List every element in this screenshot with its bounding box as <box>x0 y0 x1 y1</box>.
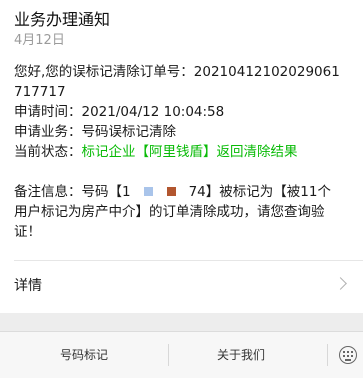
order-number-line2: 717717 <box>14 84 66 100</box>
remark-after-mask: 74】被标记为【被11个 <box>188 184 331 200</box>
service-label: 申请业务： <box>14 124 82 140</box>
service-value: 号码误标记清除 <box>81 124 177 140</box>
detail-link[interactable]: 详情 <box>14 276 42 296</box>
status-row: 当前状态：标记企业【阿里钱盾】返回清除结果 <box>14 142 298 162</box>
remark-line3: 证！ <box>14 224 41 240</box>
chevron-right-icon[interactable] <box>334 277 347 290</box>
apply-time-row: 申请时间：2021/04/12 10:04:58 <box>14 102 224 122</box>
apply-time-label: 申请时间： <box>14 104 82 120</box>
service-row: 申请业务：号码误标记清除 <box>14 122 176 142</box>
menu-tab-about-us[interactable]: 关于我们 <box>169 332 313 378</box>
menu-tab-number-mark[interactable]: 号码标记 <box>0 332 168 378</box>
apply-time-value: 2021/04/12 10:04:58 <box>81 104 225 120</box>
remark-prefix: 备注信息：号码【1 <box>14 184 131 200</box>
mask-block-blue <box>143 187 153 196</box>
message-card: 业务办理通知 4月12日 您好,您的误标记清除订单号：2021041210202… <box>0 0 363 313</box>
mask-block-brown <box>166 187 176 196</box>
remark-block: 备注信息：号码【1 74】被标记为【被11个 用户标记为房产中介】的订单清除成功，… <box>14 182 354 242</box>
menu-separator <box>327 344 328 366</box>
notice-date: 4月12日 <box>14 33 65 48</box>
status-value: 标记企业【阿里钱盾】返回清除结果 <box>81 144 298 160</box>
remark-line1: 备注信息：号码【1 74】被标记为【被11个 <box>14 182 354 202</box>
bottom-menu-bar: 号码标记 关于我们 <box>0 331 363 378</box>
notice-title: 业务办理通知 <box>14 10 111 29</box>
keyboard-icon[interactable] <box>339 346 357 364</box>
remark-line2: 用户标记为房产中介】的订单清除成功，请您查询验 <box>14 204 325 220</box>
order-number-line1: 您好,您的误标记清除订单号：20210412102029061 <box>14 64 340 80</box>
status-label: 当前状态： <box>14 144 82 160</box>
divider <box>14 260 363 261</box>
